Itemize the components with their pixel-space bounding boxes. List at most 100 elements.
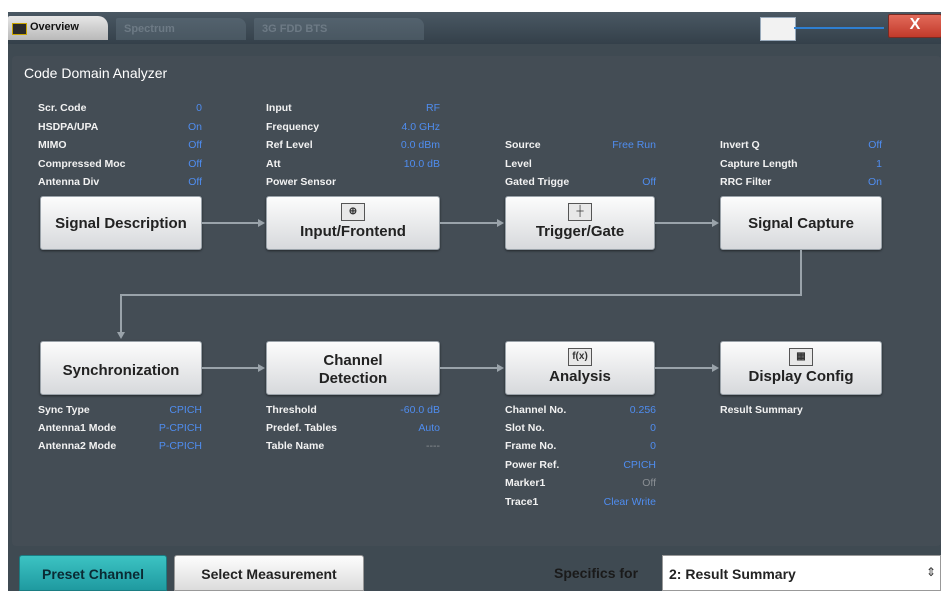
info-value: P-CPICH (158, 422, 202, 434)
info-label: Power Ref. (505, 459, 560, 471)
info-label: Sync Type (38, 404, 90, 416)
info-value: 0 (650, 422, 656, 434)
window-slider-handle[interactable] (760, 17, 796, 41)
info-value: Off (642, 477, 656, 489)
info-value: -60.0 dB (400, 404, 440, 416)
info-value: Off (188, 176, 202, 188)
analysis-icon: f(x) (568, 348, 592, 366)
flow-arrow (497, 219, 504, 227)
trigger-gate-label: Trigger/Gate (535, 223, 625, 240)
window-slider-track[interactable] (794, 27, 884, 29)
info-label: Threshold (266, 404, 317, 416)
info-label: Channel No. (505, 404, 567, 416)
signal-capture-label: Signal Capture (748, 215, 854, 232)
info-label: Gated Trigge (505, 176, 570, 188)
info-label: RRC Filter (720, 176, 772, 188)
display-config-button[interactable]: ▦ Display Config (720, 341, 882, 395)
info-value: 0.0 dBm (400, 139, 440, 151)
info-value: 4.0 GHz (401, 121, 440, 133)
info-label: Source (505, 139, 541, 151)
signal-description-button[interactable]: Signal Description (40, 196, 202, 250)
synchronization-label: Synchronization (62, 362, 180, 379)
info-label: Antenna Div (38, 176, 100, 188)
input-frontend-button[interactable]: ⊕ Input/Frontend (266, 196, 440, 250)
channel-detection-button[interactable]: Channel Detection (266, 341, 440, 395)
info-label: Trace1 (505, 496, 539, 508)
app-window: Overview Spectrum 3G FDD BTS X (8, 12, 941, 591)
analysis-button[interactable]: f(x) Analysis (505, 341, 655, 395)
flow-connector (120, 294, 802, 296)
tab-overview[interactable]: Overview (8, 16, 108, 40)
flow-arrow (712, 364, 719, 372)
info-value: 0 (196, 102, 202, 114)
synchronization-button[interactable]: Synchronization (40, 341, 202, 395)
info-label: Marker1 (505, 477, 546, 489)
info-value: Free Run (612, 139, 656, 151)
info-value: Auto (418, 422, 440, 434)
input-icon: ⊕ (341, 203, 365, 221)
info-label: Frequency (266, 121, 320, 133)
title-bar: Overview Spectrum 3G FDD BTS X (8, 12, 941, 44)
flow-arrow (258, 364, 265, 372)
info-label: Input (266, 102, 292, 114)
info-label: Frame No. (505, 440, 557, 452)
flow-arrow (497, 364, 504, 372)
info-value: 1 (876, 158, 882, 170)
tab-3g-fdd-bts[interactable]: 3G FDD BTS (254, 18, 424, 40)
info-value: 10.0 dB (403, 158, 440, 170)
info-value: 0.256 (629, 404, 656, 416)
display-config-label: Display Config (748, 368, 854, 385)
specifics-label: Specifics for (554, 565, 639, 581)
info-value: Off (868, 139, 882, 151)
flow-arrow (712, 219, 719, 227)
info-value: RF (426, 102, 440, 114)
info-label: HSDPA/UPA (38, 121, 99, 133)
trigger-icon: ┼ (568, 203, 592, 221)
specifics-dropdown[interactable]: 2: Result Summary ⇕ (662, 555, 941, 591)
info-label: Invert Q (720, 139, 760, 151)
channel-detection-label-line2: Detection (318, 370, 388, 387)
specifics-dropdown-value: 2: Result Summary (669, 566, 796, 582)
flow-connector (120, 294, 122, 332)
signal-description-label: Signal Description (55, 215, 187, 232)
preset-channel-button[interactable]: Preset Channel (19, 555, 167, 591)
close-button[interactable]: X (888, 14, 941, 38)
input-frontend-label: Input/Frontend (300, 223, 406, 240)
info-value: CPICH (623, 459, 656, 471)
info-value: Off (188, 158, 202, 170)
info-value: P-CPICH (158, 440, 202, 452)
info-label: Compressed Moc (38, 158, 126, 170)
flow-arrow (117, 332, 125, 339)
info-value: CPICH (169, 404, 202, 416)
flow-connector (202, 367, 258, 369)
tab-overview-label: Overview (30, 21, 79, 33)
info-label: Scr. Code (38, 102, 87, 114)
info-label: Result Summary (720, 404, 803, 416)
panel-title: Code Domain Analyzer (24, 65, 168, 81)
info-label: Level (505, 158, 532, 170)
trigger-gate-button[interactable]: ┼ Trigger/Gate (505, 196, 655, 250)
info-label: Att (266, 158, 281, 170)
info-label: Capture Length (720, 158, 798, 170)
info-value: On (867, 176, 882, 188)
info-label: Power Sensor (266, 176, 337, 188)
display-icon: ▦ (789, 348, 813, 366)
info-value: On (187, 121, 202, 133)
tab-spectrum-label: Spectrum (124, 23, 175, 35)
info-label: Antenna1 Mode (38, 422, 117, 434)
info-label: Antenna2 Mode (38, 440, 117, 452)
signal-capture-button[interactable]: Signal Capture (720, 196, 882, 250)
info-value: Off (642, 176, 656, 188)
flow-connector (440, 367, 497, 369)
info-value: Off (188, 139, 202, 151)
tab-3g-fdd-bts-label: 3G FDD BTS (262, 23, 328, 35)
analysis-label: Analysis (549, 368, 611, 385)
channel-detection-label-line1: Channel (323, 352, 383, 369)
tab-spectrum[interactable]: Spectrum (116, 18, 246, 40)
flow-connector (655, 367, 712, 369)
select-measurement-button[interactable]: Select Measurement (174, 555, 364, 591)
info-label: Predef. Tables (266, 422, 337, 434)
info-label: Slot No. (505, 422, 545, 434)
updown-icon: ⇕ (925, 565, 936, 579)
flow-arrow (258, 219, 265, 227)
